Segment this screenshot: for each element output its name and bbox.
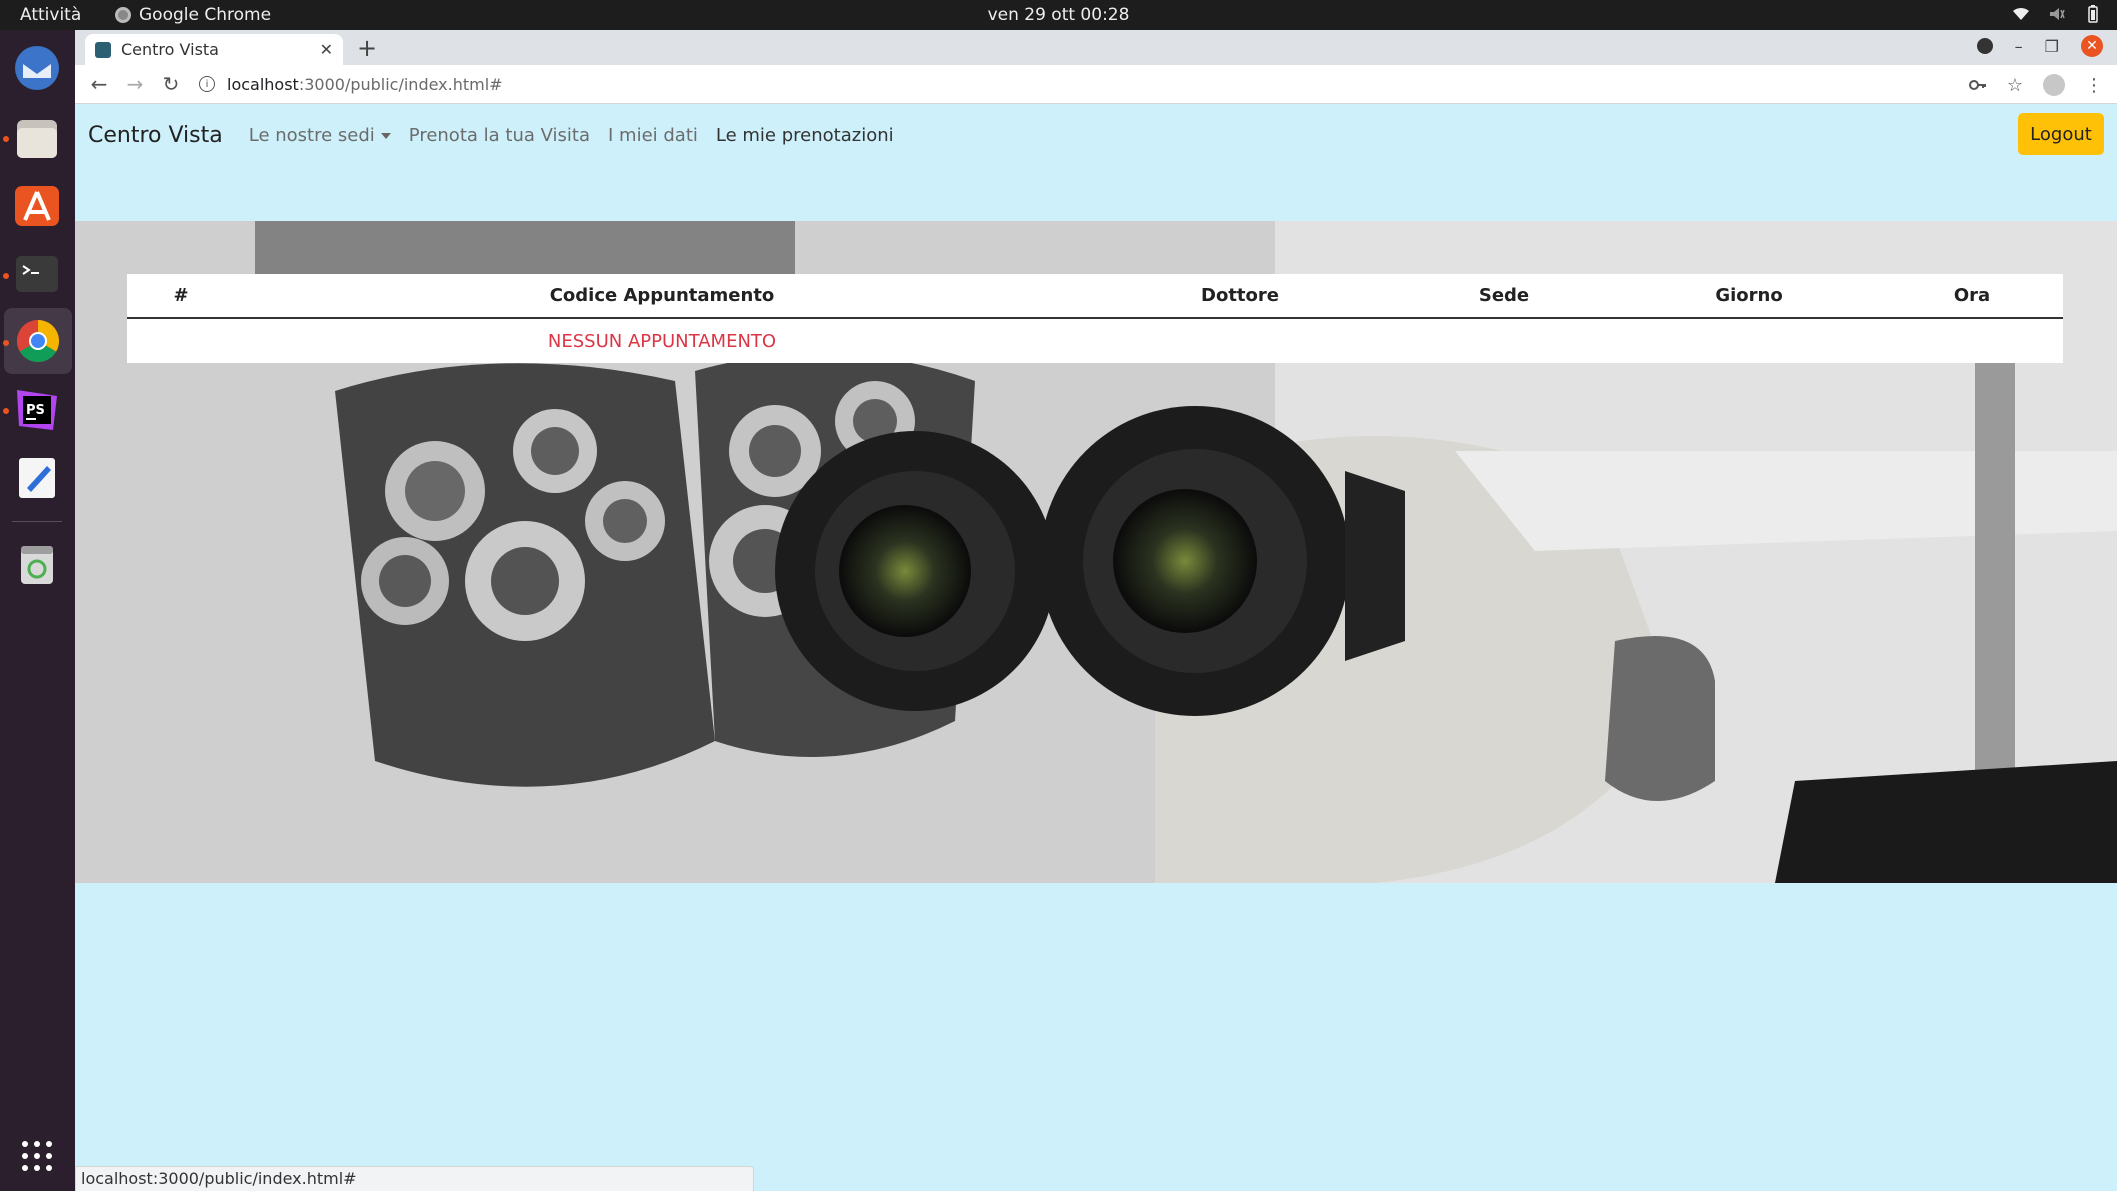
- nav-miei-dati[interactable]: I miei dati: [608, 125, 698, 146]
- close-window-button[interactable]: ✕: [2081, 35, 2103, 57]
- volume-icon: [2050, 8, 2065, 20]
- hero-background-image: # Codice Appuntamento Dottore Sede Giorn…: [75, 221, 2117, 883]
- url-host: localhost: [227, 74, 299, 94]
- system-top-bar: Attività Google Chrome ven 29 ott 00:28: [0, 0, 2117, 30]
- table-header-row: # Codice Appuntamento Dottore Sede Giorn…: [127, 274, 2063, 319]
- running-indicator: [3, 273, 9, 279]
- header-giorno: Giorno: [1617, 274, 1881, 319]
- caret-down-icon: [380, 132, 391, 139]
- empty-message: NESSUN APPUNTAMENTO: [547, 330, 777, 352]
- forward-button[interactable]: →: [117, 72, 153, 96]
- new-tab-button[interactable]: +: [357, 34, 377, 62]
- browser-window: Centro Vista ✕ + – ❐ ✕ ← → ↻ i localhost…: [75, 30, 2117, 1191]
- running-indicator: [3, 408, 9, 414]
- header-codice: Codice Appuntamento: [235, 274, 1089, 319]
- nav-prenota-visita[interactable]: Prenota la tua Visita: [409, 125, 590, 146]
- browser-toolbar: ← → ↻ i localhost:3000/public/index.html…: [75, 65, 2117, 104]
- header-dottore: Dottore: [1089, 274, 1391, 319]
- wifi-icon: [2013, 7, 2029, 20]
- nav-label: Le nostre sedi: [248, 124, 375, 146]
- running-indicator: [3, 136, 9, 142]
- close-tab-icon[interactable]: ✕: [320, 40, 333, 59]
- show-apps-icon[interactable]: [11, 1130, 63, 1182]
- brand-link[interactable]: Centro Vista: [88, 123, 223, 148]
- text-editor-icon[interactable]: [11, 452, 63, 504]
- cell-dottore: [1089, 318, 1391, 363]
- nav-mie-prenotazioni[interactable]: Le mie prenotazioni: [716, 125, 894, 146]
- files-icon[interactable]: [11, 112, 63, 164]
- header-sede: Sede: [1391, 274, 1617, 319]
- phpstorm-icon[interactable]: PS: [11, 384, 63, 436]
- restore-button[interactable]: ❐: [2045, 37, 2059, 56]
- nav-le-nostre-sedi[interactable]: Le nostre sedi: [249, 125, 391, 146]
- system-tray[interactable]: [2011, 4, 2103, 24]
- software-center-icon[interactable]: [11, 180, 63, 232]
- running-indicator: [3, 340, 9, 346]
- svg-text:PS: PS: [26, 403, 45, 418]
- menu-icon[interactable]: ⋮: [2085, 75, 2103, 96]
- appointments-table: # Codice Appuntamento Dottore Sede Giorn…: [127, 274, 2063, 363]
- cell-index: [127, 318, 235, 363]
- logout-button[interactable]: Logout: [2018, 113, 2104, 155]
- favicon-icon: [95, 41, 111, 58]
- battery-icon: [2088, 5, 2098, 23]
- url-path: :3000/public/index.html#: [298, 74, 503, 94]
- header-index: #: [127, 274, 235, 319]
- star-icon[interactable]: ☆: [2007, 75, 2023, 96]
- cell-giorno: [1617, 318, 1881, 363]
- cell-sede: [1391, 318, 1617, 363]
- trash-icon[interactable]: [11, 538, 63, 590]
- nav-links: Le nostre sedi Prenota la tua Visita I m…: [249, 125, 894, 146]
- minimize-button[interactable]: –: [2015, 37, 2023, 56]
- tab-centro-vista[interactable]: Centro Vista ✕: [85, 34, 343, 65]
- clock[interactable]: ven 29 ott 00:28: [0, 5, 2117, 25]
- dock-separator: [12, 521, 62, 522]
- tab-strip: Centro Vista ✕ + – ❐ ✕: [75, 30, 2117, 65]
- terminal-icon[interactable]: [11, 248, 63, 300]
- dock: PS: [0, 30, 75, 1191]
- info-icon[interactable]: i: [199, 76, 215, 92]
- page-viewport: Centro Vista Le nostre sedi Prenota la t…: [75, 104, 2117, 1191]
- key-icon[interactable]: [1968, 76, 1987, 94]
- site-navbar: Centro Vista Le nostre sedi Prenota la t…: [75, 104, 2117, 166]
- tab-title: Centro Vista: [121, 40, 219, 59]
- cell-ora: [1881, 318, 2063, 363]
- chrome-dock-icon[interactable]: [4, 308, 72, 374]
- table-row: NESSUN APPUNTAMENTO: [127, 318, 2063, 363]
- status-bar-url: localhost:3000/public/index.html#: [75, 1166, 754, 1191]
- header-ora: Ora: [1881, 274, 2063, 319]
- tab-search-icon[interactable]: [1976, 38, 1993, 54]
- profile-icon[interactable]: [2043, 74, 2065, 96]
- thunderbird-icon[interactable]: [11, 42, 63, 94]
- address-bar[interactable]: i localhost:3000/public/index.html#: [199, 75, 503, 94]
- reload-button[interactable]: ↻: [153, 72, 189, 96]
- window-controls: – ❐ ✕: [1976, 35, 2103, 57]
- toolbar-actions: ☆ ⋮: [1968, 74, 2103, 96]
- back-button[interactable]: ←: [81, 72, 117, 96]
